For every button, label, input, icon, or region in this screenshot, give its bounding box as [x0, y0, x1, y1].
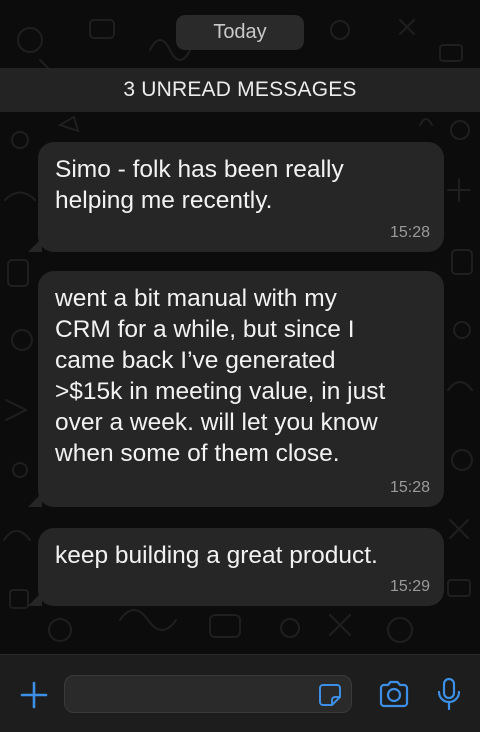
message-timestamp: 15:28 — [389, 224, 430, 241]
message-text: went a bit manual with my CRM for a whil… — [55, 285, 386, 467]
message-text: Simo - folk has been really helping me r… — [55, 156, 344, 214]
bubble-tail — [28, 592, 42, 606]
message-bubble[interactable]: went a bit manual with my CRM for a whil… — [28, 271, 444, 507]
bubble-tail — [28, 238, 42, 252]
unread-messages-banner: 3 UNREAD MESSAGES — [0, 68, 480, 112]
camera-icon[interactable] — [378, 680, 410, 708]
date-chip: Today — [176, 15, 304, 50]
message-timestamp: 15:29 — [389, 578, 430, 595]
sticker-icon[interactable] — [318, 683, 342, 707]
plus-icon[interactable] — [20, 681, 48, 709]
bubble-tail — [28, 493, 42, 507]
microphone-icon[interactable] — [436, 677, 462, 711]
message-composer — [0, 654, 480, 732]
message-timestamp: 15:28 — [389, 479, 430, 496]
message-input[interactable] — [64, 675, 352, 713]
chat-screen: Today 3 UNREAD MESSAGES Simo - folk has … — [0, 0, 480, 732]
message-text: keep building a great product. — [55, 542, 378, 569]
message-bubble[interactable]: keep building a great product. 15:29 — [28, 528, 444, 606]
message-bubble[interactable]: Simo - folk has been really helping me r… — [28, 142, 444, 252]
